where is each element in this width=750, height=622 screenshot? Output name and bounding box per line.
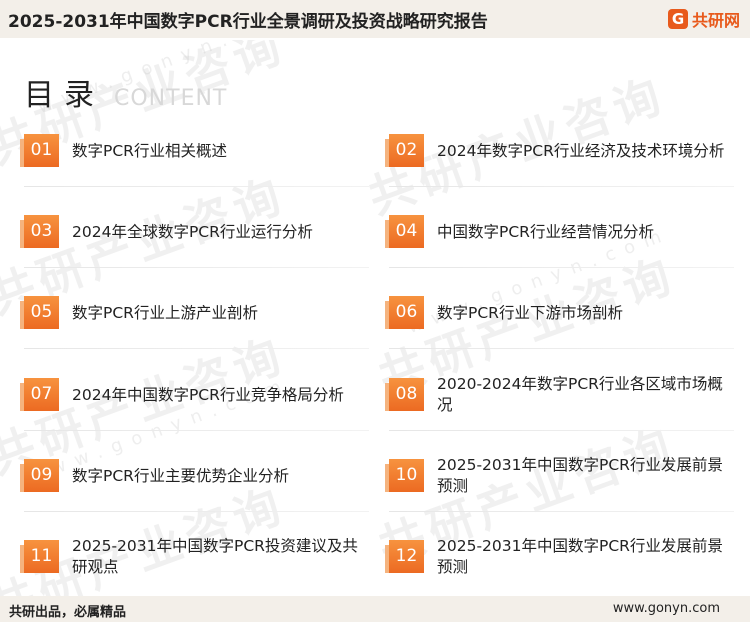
toc-item-number: 02 (385, 134, 424, 167)
toc-item-label: 数字PCR行业主要优势企业分析 (72, 466, 289, 485)
toc-item-05[interactable]: 05 数字PCR行业上游产业剖析 (20, 286, 369, 352)
report-title: 2025-2031年中国数字PCR行业全景调研及投资战略研究报告 (8, 12, 488, 32)
footer-bar: 共研出品，必属精品 www.gonyn.com (0, 596, 750, 622)
toc-item-label: 数字PCR行业相关概述 (72, 141, 227, 160)
toc-item-04[interactable]: 04 中国数字PCR行业经营情况分析 (385, 205, 734, 271)
brand: G 共研网 (667, 8, 740, 30)
divider (389, 430, 734, 431)
toc-item-number: 05 (20, 296, 59, 329)
toc-item-number: 03 (20, 215, 59, 248)
toc-item-label: 2025-2031年中国数字PCR行业发展前景预测 (437, 537, 723, 576)
footer-site-link[interactable]: www.gonyn.com (613, 601, 720, 616)
toc-item-07[interactable]: 07 2024年中国数字PCR行业竞争格局分析 (20, 368, 369, 434)
divider (24, 348, 369, 349)
toc-item-06[interactable]: 06 数字PCR行业下游市场剖析 (385, 286, 734, 352)
toc-item-label: 中国数字PCR行业经营情况分析 (437, 222, 654, 241)
divider (389, 511, 734, 512)
toc-item-label: 2024年中国数字PCR行业竞争格局分析 (72, 385, 344, 404)
toc-item-12[interactable]: 12 2025-2031年中国数字PCR行业发展前景预测 (385, 530, 734, 596)
toc-item-02[interactable]: 02 2024年数字PCR行业经济及技术环境分析 (385, 124, 734, 190)
toc-item-label: 2025-2031年中国数字PCR行业发展前景预测 (437, 456, 723, 495)
divider (389, 186, 734, 187)
divider (389, 348, 734, 349)
toc-item-11[interactable]: 11 2025-2031年中国数字PCR投资建议及共研观点 (20, 530, 369, 596)
toc-item-label: 2025-2031年中国数字PCR投资建议及共研观点 (72, 537, 358, 576)
toc-heading: 目录 CONTENT (24, 70, 227, 114)
toc-item-03[interactable]: 03 2024年全球数字PCR行业运行分析 (20, 205, 369, 271)
toc-item-number: 06 (385, 296, 424, 329)
toc-item-01[interactable]: 01 数字PCR行业相关概述 (20, 124, 369, 190)
brand-name: 共研网 (691, 11, 740, 30)
toc-item-number: 10 (385, 459, 424, 492)
toc-item-number: 04 (385, 215, 424, 248)
toc-item-08[interactable]: 08 2020-2024年数字PCR行业各区域市场概况 (385, 368, 734, 434)
toc-item-label: 2024年数字PCR行业经济及技术环境分析 (437, 141, 725, 160)
toc-item-number: 01 (20, 134, 59, 167)
toc-item-09[interactable]: 09 数字PCR行业主要优势企业分析 (20, 449, 369, 515)
divider (24, 267, 369, 268)
toc-item-10[interactable]: 10 2025-2031年中国数字PCR行业发展前景预测 (385, 449, 734, 515)
footer-slogan: 共研出品，必属精品 (9, 605, 127, 620)
toc-item-number: 07 (20, 378, 59, 411)
header-bar: 2025-2031年中国数字PCR行业全景调研及投资战略研究报告 G 共研网 (0, 0, 750, 38)
toc-item-label: 数字PCR行业上游产业剖析 (72, 303, 258, 322)
toc-item-label: 数字PCR行业下游市场剖析 (437, 303, 623, 322)
brand-logo-icon: G (667, 9, 688, 29)
toc-item-label: 2024年全球数字PCR行业运行分析 (72, 222, 313, 241)
toc-item-number: 08 (385, 378, 424, 411)
divider (24, 186, 369, 187)
toc-item-label: 2020-2024年数字PCR行业各区域市场概况 (437, 375, 723, 414)
divider (24, 430, 369, 431)
toc-item-number: 09 (20, 459, 59, 492)
toc-heading-sub: CONTENT (114, 86, 228, 111)
toc-item-number: 12 (385, 540, 424, 573)
toc-item-number: 11 (20, 540, 59, 573)
divider (389, 267, 734, 268)
toc-heading-title: 目录 (24, 78, 104, 113)
divider (24, 511, 369, 512)
